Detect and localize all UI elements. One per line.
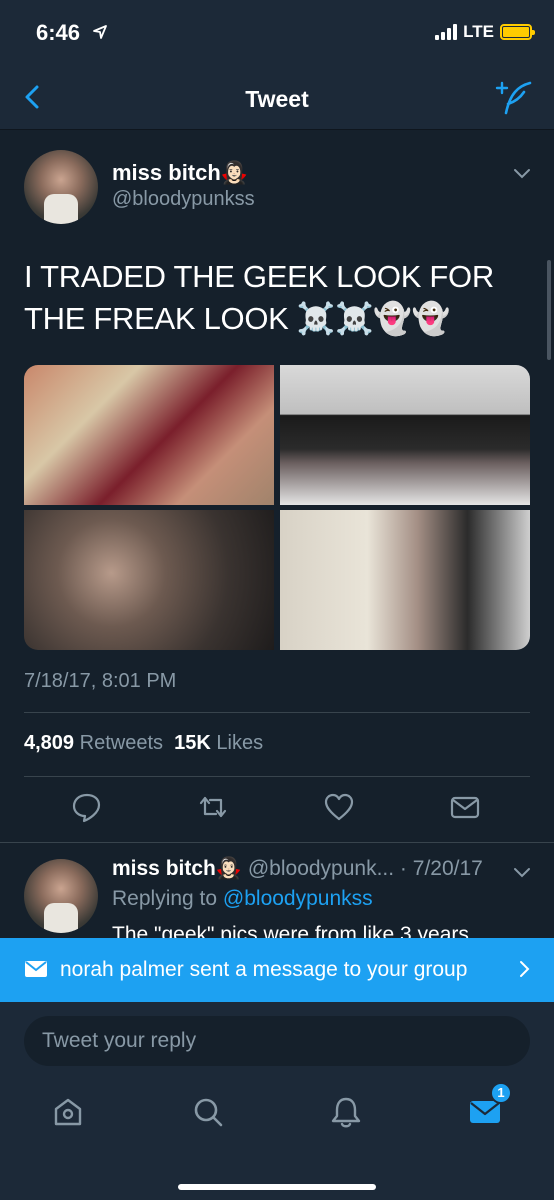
status-bar: 6:46 LTE [0, 0, 554, 66]
message-notification-banner[interactable]: norah palmer sent a message to your grou… [0, 938, 554, 1002]
tweet-photo[interactable] [24, 365, 274, 505]
reply-icon[interactable] [70, 790, 104, 824]
retweet-icon[interactable] [196, 790, 230, 824]
tweet-text: I TRADED THE GEEK LOOK FOR THE FREAK LOO… [24, 259, 494, 336]
retweets-label[interactable]: Retweets [80, 732, 163, 754]
nav-bar: Tweet [0, 66, 554, 130]
tweet-handle[interactable]: @bloodypunkss [112, 188, 255, 211]
envelope-icon [25, 961, 47, 977]
bottom-area: 1 [0, 1002, 554, 1200]
tweet-photo[interactable] [280, 365, 530, 505]
tab-bar: 1 [0, 1082, 554, 1148]
tweet-actions [0, 790, 554, 830]
share-icon[interactable] [448, 790, 482, 824]
media-grid [24, 365, 530, 650]
reply-input[interactable] [24, 1016, 530, 1066]
status-time: 6:46 [36, 20, 81, 45]
page-title: Tweet [245, 86, 309, 112]
messages-badge: 1 [490, 1082, 512, 1104]
avatar[interactable] [24, 859, 98, 933]
replying-to: Replying to @bloodypunkss [112, 887, 373, 911]
notifications-icon[interactable] [328, 1094, 364, 1130]
notification-text: norah palmer sent a message to your grou… [60, 958, 468, 981]
chevron-down-icon[interactable] [512, 865, 532, 879]
reply-text: The "geek" pics were from like 3 years [112, 923, 469, 938]
like-icon[interactable] [322, 790, 356, 824]
retweets-count[interactable]: 4,809 [24, 732, 74, 754]
replying-prefix: Replying to [112, 887, 218, 910]
tweet-display-name[interactable]: miss bitch🧛🏻‍♀️ [112, 160, 248, 186]
tweet-photo[interactable] [24, 510, 274, 650]
scrollbar[interactable] [547, 260, 551, 360]
tweet-stats: 4,809 Retweets 15K Likes [24, 732, 263, 755]
network-type: LTE [463, 22, 494, 41]
reply-display-name[interactable]: miss bitch🧛🏻‍♀️ [112, 857, 242, 880]
tweet-timestamp: 7/18/17, 8:01 PM [24, 670, 177, 692]
divider [24, 776, 530, 777]
chevron-down-icon[interactable] [512, 166, 532, 180]
home-indicator[interactable] [178, 1184, 376, 1190]
likes-count[interactable]: 15K [174, 732, 211, 754]
compose-tweet-icon[interactable] [494, 80, 534, 116]
battery-icon [500, 24, 535, 40]
reply-meta: @bloodypunk... · 7/20/17 [247, 857, 483, 880]
messages-tab[interactable]: 1 [468, 1082, 512, 1130]
search-icon[interactable] [190, 1094, 226, 1130]
reply-header: miss bitch🧛🏻‍♀️ @bloodypunk... · 7/20/17 [112, 857, 483, 881]
tweet-photo[interactable] [280, 510, 530, 650]
reply-tweet[interactable]: miss bitch🧛🏻‍♀️ @bloodypunk... · 7/20/17… [0, 843, 554, 938]
likes-label[interactable]: Likes [216, 732, 263, 754]
signal-icon [435, 24, 458, 40]
status-indicators: LTE [435, 22, 535, 42]
divider [24, 712, 530, 713]
home-icon[interactable] [50, 1094, 86, 1130]
replying-to-link[interactable]: @bloodypunkss [223, 887, 373, 910]
location-arrow-icon [93, 25, 107, 39]
avatar[interactable] [24, 150, 98, 224]
chevron-right-icon[interactable] [518, 960, 530, 978]
